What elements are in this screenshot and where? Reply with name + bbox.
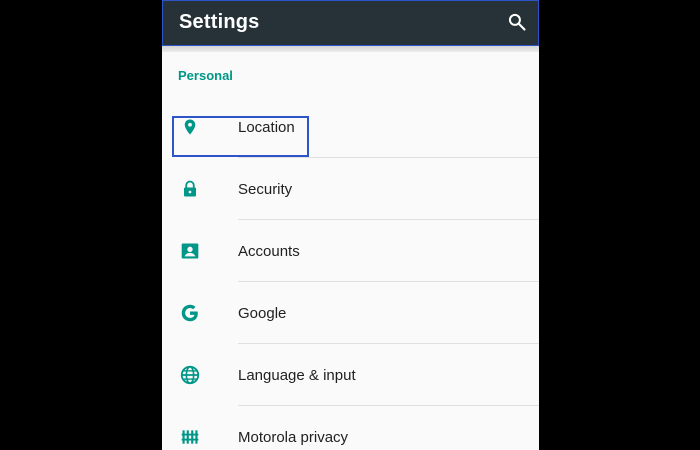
account-box-icon bbox=[179, 240, 201, 262]
settings-item-label: Security bbox=[238, 180, 293, 198]
settings-item-language-input[interactable]: Language & input bbox=[162, 344, 539, 406]
settings-item-accounts[interactable]: Accounts bbox=[162, 220, 539, 282]
settings-item-label: Motorola privacy bbox=[238, 428, 349, 446]
lock-icon bbox=[179, 178, 201, 200]
google-g-icon bbox=[179, 302, 201, 324]
settings-list: Personal Location Security Accounts Goog… bbox=[162, 52, 539, 450]
globe-icon bbox=[179, 364, 201, 386]
section-header-personal: Personal bbox=[178, 68, 233, 83]
search-button[interactable] bbox=[506, 11, 528, 33]
settings-item-label: Google bbox=[238, 304, 287, 322]
page-title: Settings bbox=[179, 11, 260, 33]
privacy-icon bbox=[179, 426, 201, 448]
settings-screen: Settings Personal Location Security Acco… bbox=[162, 0, 539, 450]
settings-item-label: Language & input bbox=[238, 366, 356, 384]
settings-item-label: Accounts bbox=[238, 242, 300, 260]
settings-item-security[interactable]: Security bbox=[162, 158, 539, 220]
security-highlight-box bbox=[172, 116, 309, 157]
app-bar: Settings bbox=[162, 0, 539, 46]
settings-item-motorola-privacy[interactable]: Motorola privacy bbox=[162, 406, 539, 450]
search-icon bbox=[508, 13, 526, 31]
settings-item-google[interactable]: Google bbox=[162, 282, 539, 344]
